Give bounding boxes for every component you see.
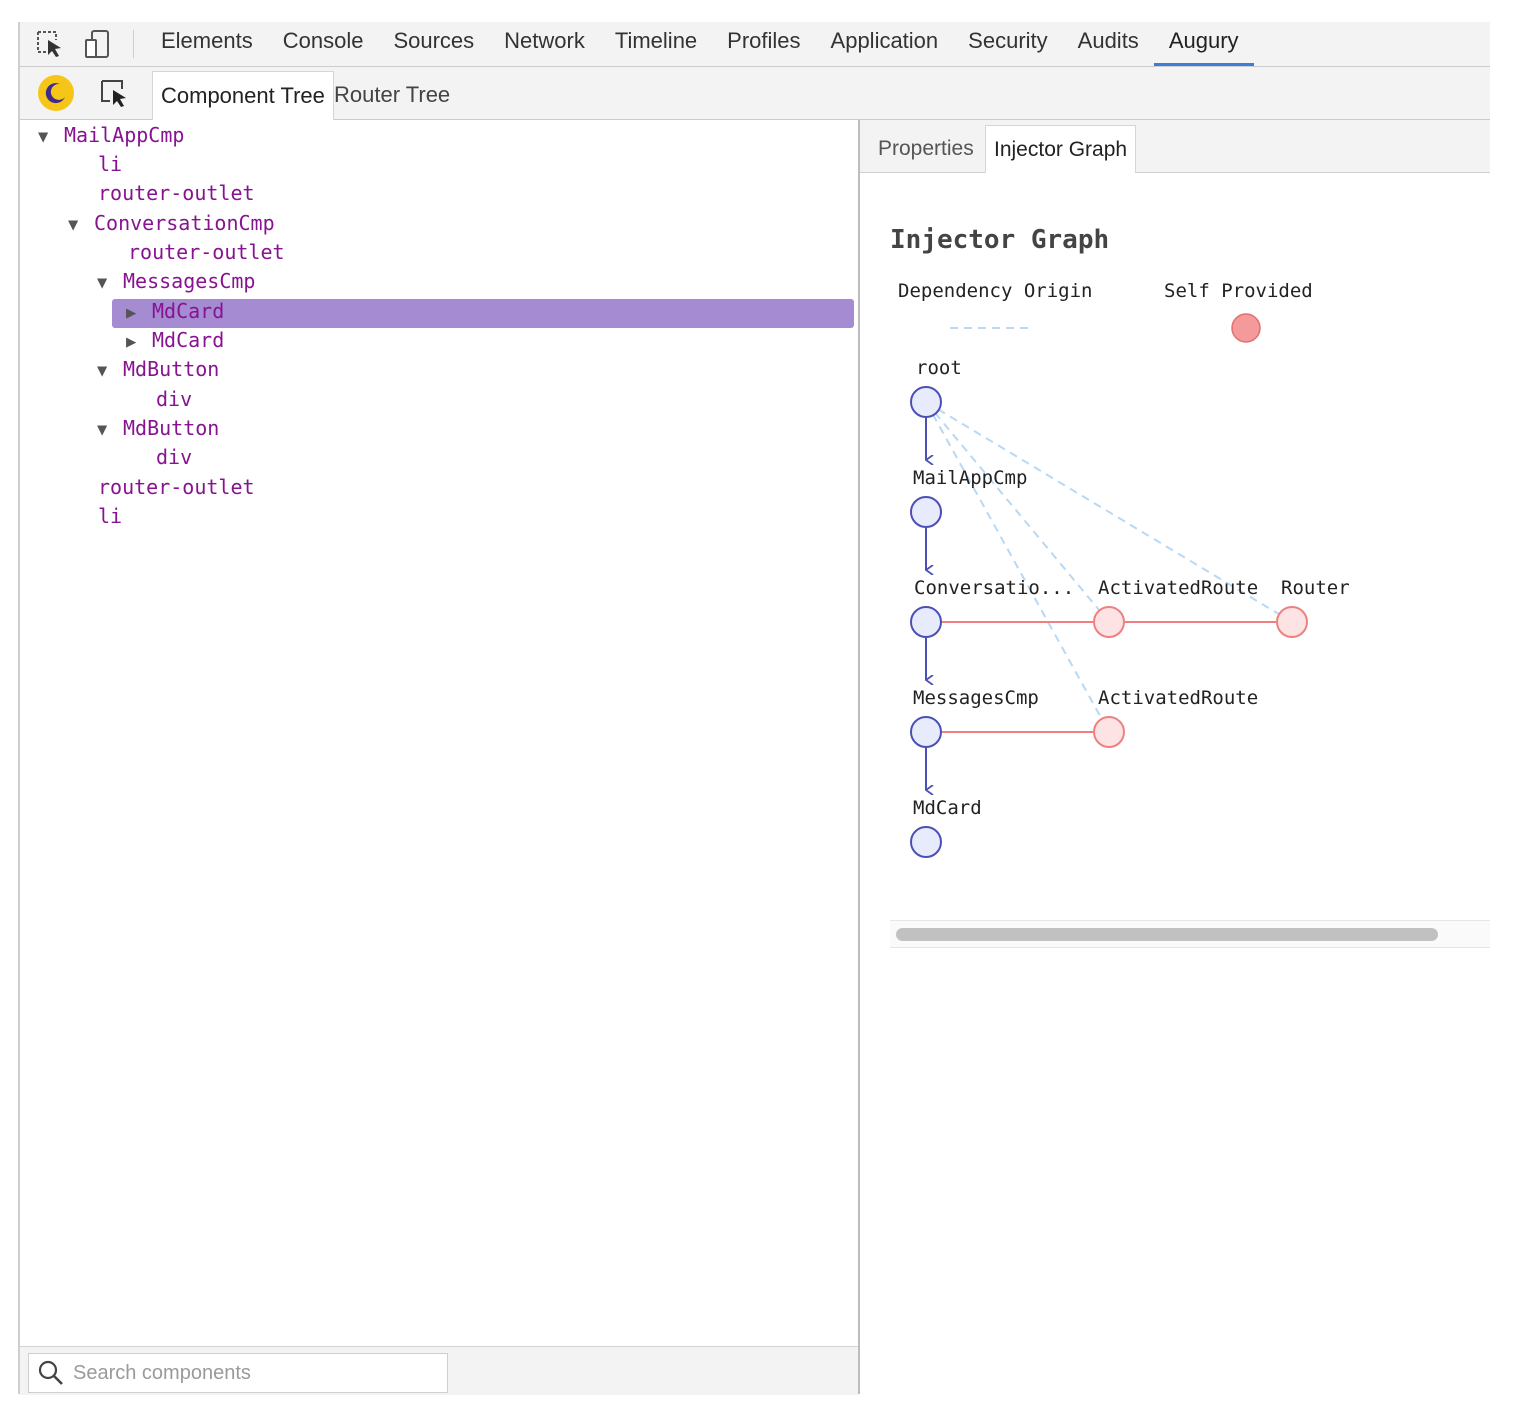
- tree-node-label: li: [98, 504, 123, 528]
- device-mode-icon[interactable]: [82, 28, 114, 60]
- tab-component-tree[interactable]: Component Tree: [152, 71, 334, 120]
- tab-timeline[interactable]: Timeline: [600, 22, 712, 66]
- augury-toolbar: Component Tree Router Tree: [20, 67, 1490, 120]
- node-mailappcmp[interactable]: [910, 496, 942, 528]
- node-mdcard[interactable]: [910, 826, 942, 858]
- node-conversationcmp[interactable]: [910, 606, 942, 638]
- tree-node-label: MdCard: [152, 328, 225, 352]
- devtools-tabs: Elements Console Sources Network Timelin…: [146, 22, 1254, 66]
- search-components-input[interactable]: [71, 1354, 435, 1392]
- tree-node-div[interactable]: div: [130, 384, 192, 414]
- expand-toggle-icon[interactable]: ▶: [126, 298, 152, 328]
- tree-node-label: router-outlet: [128, 240, 285, 264]
- expand-toggle-icon[interactable]: ▼: [97, 415, 123, 445]
- node-activatedroute-2[interactable]: [1093, 716, 1125, 748]
- tree-node-label: router-outlet: [98, 475, 255, 499]
- tab-application[interactable]: Application: [816, 22, 954, 66]
- details-panel: Properties Injector Graph Injector Graph…: [860, 120, 1490, 1394]
- node-router[interactable]: [1276, 606, 1308, 638]
- select-component-icon[interactable]: [98, 77, 130, 109]
- provider-edges: [942, 621, 1276, 733]
- tree-node-conversationcmp[interactable]: ▼ ConversationCmp: [68, 208, 275, 238]
- tree-node-label: MdButton: [123, 416, 220, 440]
- tree-node-label: router-outlet: [98, 181, 255, 205]
- tree-node-messagescmp[interactable]: ▼ MessagesCmp: [97, 266, 255, 296]
- expand-toggle-icon[interactable]: ▼: [97, 356, 123, 386]
- tree-node-router-outlet[interactable]: router-outlet: [102, 237, 285, 267]
- tab-injector-graph[interactable]: Injector Graph: [985, 125, 1137, 173]
- label-activatedroute-1: ActivatedRoute: [1098, 577, 1258, 599]
- label-root: root: [916, 357, 962, 379]
- tab-augury[interactable]: Augury: [1153, 22, 1254, 66]
- tree-node-div[interactable]: div: [130, 442, 192, 472]
- details-tab-bar: Properties Injector Graph: [860, 120, 1490, 173]
- search-bar: [20, 1346, 858, 1395]
- tab-audits[interactable]: Audits: [1063, 22, 1154, 66]
- search-box: [28, 1353, 448, 1393]
- tree-node-mdbutton[interactable]: ▼ MdButton: [97, 413, 219, 443]
- tab-sources[interactable]: Sources: [378, 22, 489, 66]
- tab-security[interactable]: Security: [953, 22, 1062, 66]
- label-mailappcmp: MailAppCmp: [913, 467, 1027, 489]
- label-mdcard: MdCard: [913, 797, 982, 819]
- component-tree-panel: ▼ MailAppCmp li router-outlet ▼ Conversati…: [20, 120, 860, 1395]
- node-root[interactable]: [910, 386, 942, 418]
- expand-toggle-icon[interactable]: ▼: [97, 268, 123, 298]
- tab-profiles[interactable]: Profiles: [712, 22, 815, 66]
- injector-graph: Dependency Origin Self Provided root Mai…: [898, 280, 1350, 858]
- tree-node-label: div: [156, 387, 193, 411]
- legend-dependency-origin: Dependency Origin: [898, 280, 1092, 302]
- tree-node-li[interactable]: li: [72, 501, 122, 531]
- legend-self-provided: Self Provided: [1164, 280, 1313, 302]
- tree-node-label: li: [98, 152, 123, 176]
- moon-icon[interactable]: [38, 75, 74, 111]
- expand-toggle-icon[interactable]: ▼: [68, 210, 94, 240]
- tree-node-mdbutton[interactable]: ▼ MdButton: [97, 354, 219, 384]
- devtools-tab-bar: Elements Console Sources Network Timelin…: [20, 22, 1490, 67]
- dependency-edges: [925, 401, 1293, 733]
- label-messagescmp: MessagesCmp: [913, 687, 1039, 709]
- label-activatedroute-2: ActivatedRoute: [1098, 687, 1258, 709]
- expand-toggle-icon[interactable]: ▶: [126, 327, 152, 357]
- node-messagescmp[interactable]: [910, 716, 942, 748]
- horizontal-scrollbar[interactable]: [890, 920, 1490, 948]
- devtools-window: Elements Console Sources Network Timelin…: [18, 22, 1490, 1395]
- tree-node-router-outlet[interactable]: router-outlet: [72, 472, 255, 502]
- inspect-element-icon[interactable]: [34, 28, 66, 60]
- scrollbar-thumb[interactable]: [896, 928, 1438, 941]
- provider-nodes: [1093, 606, 1308, 748]
- tree-node-li[interactable]: li: [72, 149, 122, 179]
- tree-node-mdcard-selected[interactable]: ▶ MdCard: [126, 296, 224, 326]
- search-icon: [38, 1360, 63, 1385]
- expand-toggle-icon[interactable]: ▼: [38, 122, 64, 152]
- toolbar-separator: [133, 30, 134, 58]
- tree-node-label: MdButton: [123, 357, 220, 381]
- tree-node-router-outlet[interactable]: router-outlet: [72, 178, 255, 208]
- tree-node-label: ConversationCmp: [94, 211, 275, 235]
- legend-self-provided-dot: [1231, 313, 1261, 343]
- node-activatedroute-1[interactable]: [1093, 606, 1125, 638]
- tab-properties[interactable]: Properties: [870, 125, 982, 172]
- tab-console[interactable]: Console: [268, 22, 379, 66]
- tree-node-label: MailAppCmp: [64, 123, 185, 147]
- injector-graph-title: Injector Graph: [890, 225, 1110, 255]
- tree-node-mailappcmp[interactable]: ▼ MailAppCmp: [38, 120, 184, 150]
- tab-elements[interactable]: Elements: [146, 22, 268, 66]
- tree-node-mdcard[interactable]: ▶ MdCard: [126, 325, 224, 355]
- label-conversation: Conversatio...: [914, 577, 1074, 599]
- tab-router-tree[interactable]: Router Tree: [326, 71, 458, 119]
- tree-node-label: MessagesCmp: [123, 269, 256, 293]
- tab-network[interactable]: Network: [489, 22, 600, 66]
- tree-node-label: MdCard: [152, 299, 225, 323]
- label-router: Router: [1281, 577, 1350, 599]
- tree-node-label: div: [156, 445, 193, 469]
